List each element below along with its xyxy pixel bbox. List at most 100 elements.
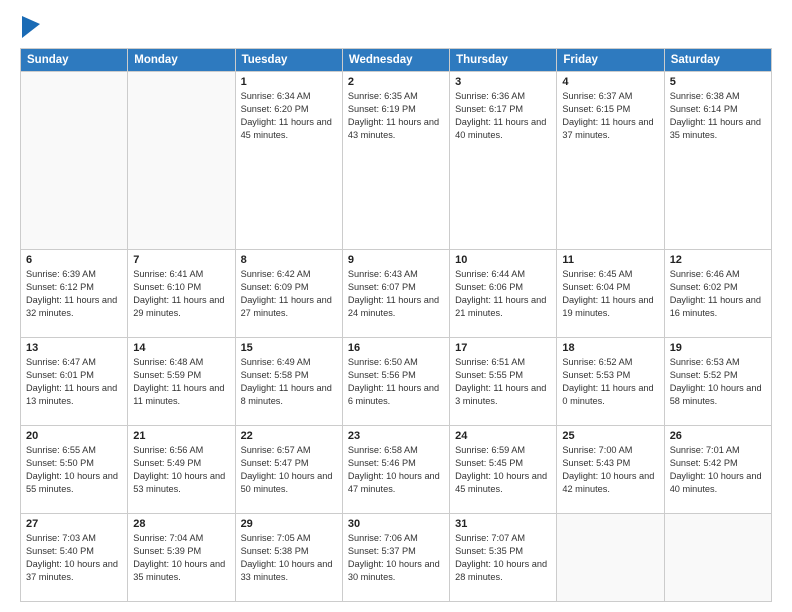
day-info: Sunrise: 7:07 AM Sunset: 5:35 PM Dayligh… [455,532,551,584]
day-number: 2 [348,76,444,88]
day-number: 28 [133,518,229,530]
day-header-wednesday: Wednesday [342,49,449,72]
day-number: 11 [562,254,658,266]
calendar-cell: 19Sunrise: 6:53 AM Sunset: 5:52 PM Dayli… [664,338,771,426]
calendar-cell: 12 Sunrise: 6:46 AM Sunset: 6:02 PM Dayli… [664,250,771,338]
day-number: 3 [455,76,551,88]
day-info: Sunrise: 6:37 AM Sunset: 6:15 PM Dayligh… [562,90,658,142]
day-number: 14 [133,342,229,354]
day-number: 1 [241,76,337,88]
calendar-week-2: 13 Sunrise: 6:47 AM Sunset: 6:01 PM Dayli… [21,338,772,426]
calendar-cell: 2 Sunrise: 6:35 AM Sunset: 6:19 PM Daylig… [342,72,449,250]
day-header-saturday: Saturday [664,49,771,72]
calendar-cell: 7 Sunrise: 6:41 AM Sunset: 6:10 PM Daylig… [128,250,235,338]
calendar-cell [21,72,128,250]
calendar-cell: 14 Sunrise: 6:48 AM Sunset: 5:59 PM Dayli… [128,338,235,426]
day-info: Sunrise: 6:57 AM Sunset: 5:47 PM Dayligh… [241,444,337,496]
day-number: 5 [670,76,766,88]
day-info: Sunrise: 6:34 AM Sunset: 6:20 PM Dayligh… [241,90,337,142]
day-number: 20 [26,430,122,442]
calendar-cell: 20Sunrise: 6:55 AM Sunset: 5:50 PM Dayli… [21,426,128,514]
day-number: 27 [26,518,122,530]
calendar-cell: 25 Sunrise: 7:00 AM Sunset: 5:43 PM Dayli… [557,426,664,514]
calendar-week-4: 27 Sunrise: 7:03 AM Sunset: 5:40 PM Dayli… [21,514,772,602]
day-header-tuesday: Tuesday [235,49,342,72]
day-number: 16 [348,342,444,354]
calendar-cell: 21Sunrise: 6:56 AM Sunset: 5:49 PM Dayli… [128,426,235,514]
day-header-friday: Friday [557,49,664,72]
calendar-cell: 22Sunrise: 6:57 AM Sunset: 5:47 PM Dayli… [235,426,342,514]
calendar-cell: 17 Sunrise: 6:51 AM Sunset: 5:55 PM Dayli… [450,338,557,426]
calendar-cell [664,514,771,602]
calendar-cell: 10 Sunrise: 6:44 AM Sunset: 6:06 PM Dayli… [450,250,557,338]
calendar-cell [128,72,235,250]
day-info: Sunrise: 7:05 AM Sunset: 5:38 PM Dayligh… [241,532,337,584]
calendar-header-row: SundayMondayTuesdayWednesdayThursdayFrid… [21,49,772,72]
calendar-cell: 18 Sunrise: 6:52 AM Sunset: 5:53 PM Dayli… [557,338,664,426]
day-number: 13 [26,342,122,354]
day-number: 24 [455,430,551,442]
day-header-sunday: Sunday [21,49,128,72]
day-number: 29 [241,518,337,530]
calendar-week-0: 1 Sunrise: 6:34 AM Sunset: 6:20 PM Daylig… [21,72,772,250]
day-number: 25 [562,430,658,442]
header [20,16,772,38]
calendar-cell: 8 Sunrise: 6:42 AM Sunset: 6:09 PM Daylig… [235,250,342,338]
calendar-cell: 13 Sunrise: 6:47 AM Sunset: 6:01 PM Dayli… [21,338,128,426]
day-info: Sunrise: 7:06 AM Sunset: 5:37 PM Dayligh… [348,532,444,584]
calendar-cell: 24 Sunrise: 6:59 AM Sunset: 5:45 PM Dayli… [450,426,557,514]
day-info: Sunrise: 6:49 AM Sunset: 5:58 PM Dayligh… [241,356,337,408]
day-info: Sunrise: 6:48 AM Sunset: 5:59 PM Dayligh… [133,356,229,408]
page: SundayMondayTuesdayWednesdayThursdayFrid… [0,0,792,612]
day-number: 18 [562,342,658,354]
calendar-cell: 23 Sunrise: 6:58 AM Sunset: 5:46 PM Dayli… [342,426,449,514]
calendar-cell: 27 Sunrise: 7:03 AM Sunset: 5:40 PM Dayli… [21,514,128,602]
calendar-cell: 1 Sunrise: 6:34 AM Sunset: 6:20 PM Daylig… [235,72,342,250]
day-info: Sunrise: 7:00 AM Sunset: 5:43 PM Dayligh… [562,444,658,496]
day-info: Sunrise: 6:43 AM Sunset: 6:07 PM Dayligh… [348,268,444,320]
day-info: Sunrise: 7:03 AM Sunset: 5:40 PM Dayligh… [26,532,122,584]
day-info: Sunrise: 6:42 AM Sunset: 6:09 PM Dayligh… [241,268,337,320]
day-info: Sunrise: 6:45 AM Sunset: 6:04 PM Dayligh… [562,268,658,320]
calendar-cell: 9Sunrise: 6:43 AM Sunset: 6:07 PM Daylig… [342,250,449,338]
day-number: 31 [455,518,551,530]
calendar-cell: 29 Sunrise: 7:05 AM Sunset: 5:38 PM Dayli… [235,514,342,602]
day-number: 10 [455,254,551,266]
day-info: Sunrise: 6:50 AM Sunset: 5:56 PM Dayligh… [348,356,444,408]
day-info: Sunrise: 6:36 AM Sunset: 6:17 PM Dayligh… [455,90,551,142]
day-info: Sunrise: 6:35 AM Sunset: 6:19 PM Dayligh… [348,90,444,142]
day-number: 6 [26,254,122,266]
day-info: Sunrise: 6:58 AM Sunset: 5:46 PM Dayligh… [348,444,444,496]
day-number: 17 [455,342,551,354]
day-number: 26 [670,430,766,442]
logo-icon [22,16,40,38]
day-info: Sunrise: 6:51 AM Sunset: 5:55 PM Dayligh… [455,356,551,408]
day-number: 7 [133,254,229,266]
day-info: Sunrise: 6:59 AM Sunset: 5:45 PM Dayligh… [455,444,551,496]
calendar-week-3: 20Sunrise: 6:55 AM Sunset: 5:50 PM Dayli… [21,426,772,514]
calendar-cell: 26 Sunrise: 7:01 AM Sunset: 5:42 PM Dayli… [664,426,771,514]
day-header-monday: Monday [128,49,235,72]
day-info: Sunrise: 6:41 AM Sunset: 6:10 PM Dayligh… [133,268,229,320]
day-number: 30 [348,518,444,530]
calendar-cell: 11 Sunrise: 6:45 AM Sunset: 6:04 PM Dayli… [557,250,664,338]
calendar-cell: 5 Sunrise: 6:38 AM Sunset: 6:14 PM Daylig… [664,72,771,250]
calendar-cell: 4 Sunrise: 6:37 AM Sunset: 6:15 PM Daylig… [557,72,664,250]
logo [20,16,40,38]
day-number: 8 [241,254,337,266]
day-info: Sunrise: 6:52 AM Sunset: 5:53 PM Dayligh… [562,356,658,408]
day-info: Sunrise: 6:38 AM Sunset: 6:14 PM Dayligh… [670,90,766,142]
day-info: Sunrise: 6:46 AM Sunset: 6:02 PM Dayligh… [670,268,766,320]
day-number: 4 [562,76,658,88]
day-header-thursday: Thursday [450,49,557,72]
day-number: 23 [348,430,444,442]
day-info: Sunrise: 6:47 AM Sunset: 6:01 PM Dayligh… [26,356,122,408]
calendar-cell: 3 Sunrise: 6:36 AM Sunset: 6:17 PM Daylig… [450,72,557,250]
day-info: Sunrise: 7:01 AM Sunset: 5:42 PM Dayligh… [670,444,766,496]
calendar-cell: 31 Sunrise: 7:07 AM Sunset: 5:35 PM Dayli… [450,514,557,602]
calendar-cell: 30 Sunrise: 7:06 AM Sunset: 5:37 PM Dayli… [342,514,449,602]
day-info: Sunrise: 6:44 AM Sunset: 6:06 PM Dayligh… [455,268,551,320]
day-info: Sunrise: 7:04 AM Sunset: 5:39 PM Dayligh… [133,532,229,584]
day-number: 12 [670,254,766,266]
day-info: Sunrise: 6:56 AM Sunset: 5:49 PM Dayligh… [133,444,229,496]
